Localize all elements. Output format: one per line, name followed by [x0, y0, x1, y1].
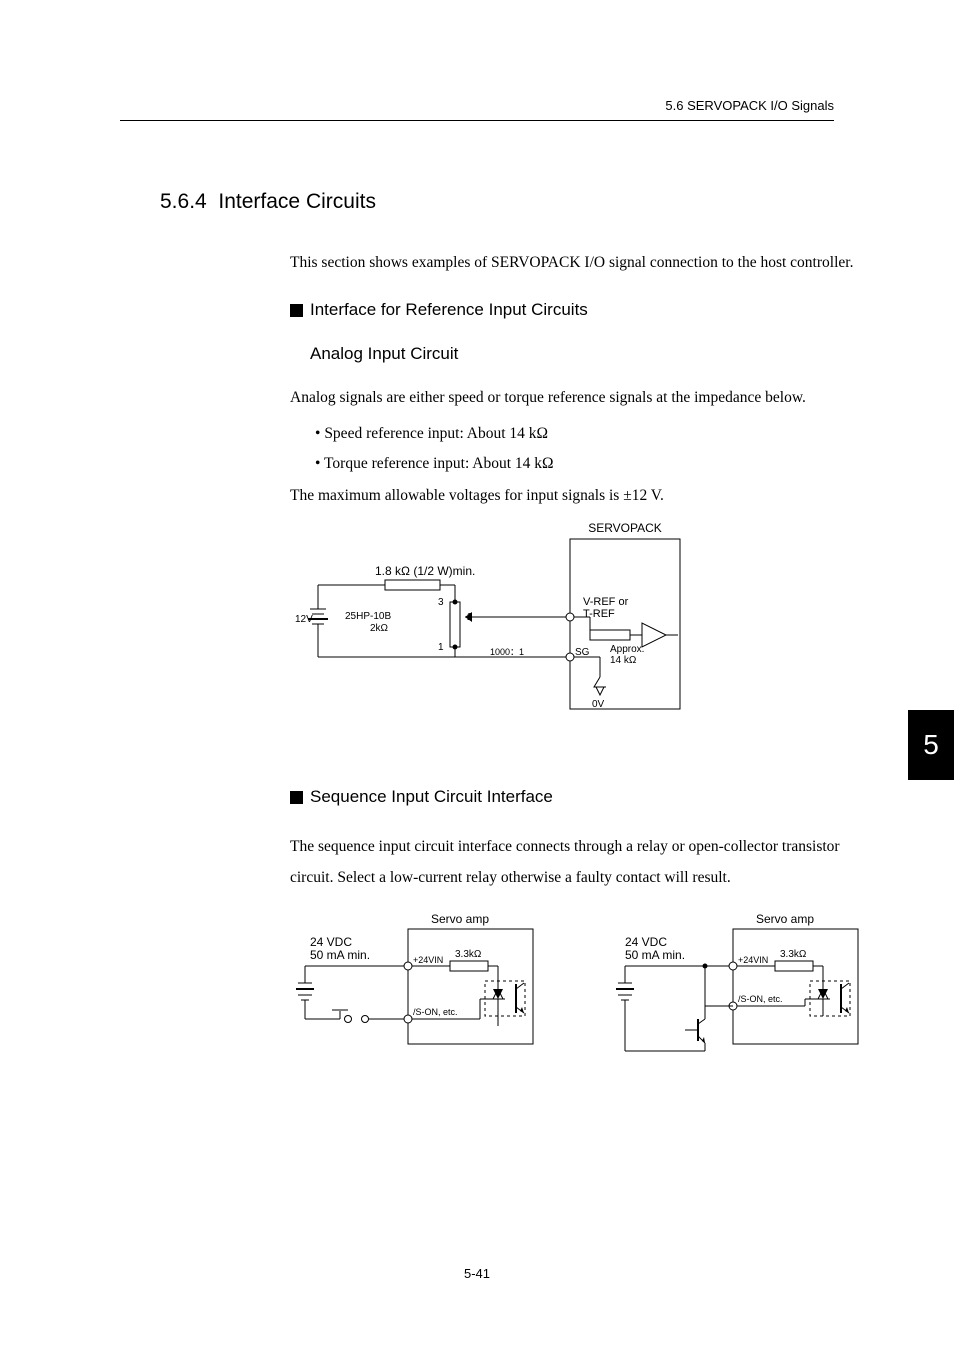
- max-voltage-line: The maximum allowable voltages for input…: [290, 484, 870, 507]
- ma50-label-left: 50 mA min.: [310, 948, 370, 962]
- zero-v-label: 0V: [592, 699, 605, 710]
- interface-heading-text: Interface for Reference Input Circuits: [310, 300, 588, 319]
- header-rule: [120, 120, 834, 121]
- sg-label: SG: [575, 647, 590, 658]
- sequence-heading: Sequence Input Circuit Interface: [290, 787, 870, 807]
- v24in-label-left: +24VIN: [413, 955, 443, 965]
- section-title: Interface Circuits: [218, 190, 376, 213]
- page-number: 5-41: [0, 1266, 954, 1281]
- r33k-label-right: 3.3kΩ: [780, 949, 807, 960]
- analog-paragraph: Analog signals are either speed or torqu…: [290, 386, 870, 409]
- vref-label: V-REF or: [583, 596, 629, 608]
- kohm14-label: 14 kΩ: [610, 655, 637, 666]
- bullet-speed-ref: Speed reference input: About 14 kΩ: [315, 419, 870, 448]
- analog-input-diagram: SERVOPACK 1.8 kΩ (1/2 W)min. 12V 3 2: [290, 517, 870, 747]
- analog-heading: Analog Input Circuit: [310, 344, 870, 364]
- vdc24-label-left: 24 VDC: [310, 935, 352, 949]
- interface-heading: Interface for Reference Input Circuits: [290, 300, 870, 320]
- section-heading: 5.6.4 Interface Circuits: [160, 190, 870, 214]
- square-bullet-icon: [290, 791, 304, 805]
- relay-diagram: Servo amp 24 VDC 50 mA min. +24VIN 3.3kΩ: [290, 911, 550, 1071]
- sequence-paragraph: The sequence input circuit interface con…: [290, 831, 870, 893]
- section-intro: This section shows examples of SERVOPACK…: [290, 254, 870, 272]
- pot-val-label: 2kΩ: [370, 623, 389, 634]
- tref-label: T-REF: [583, 608, 615, 620]
- pin3-label: 3: [438, 597, 444, 608]
- ratio-label: 1000：1: [490, 647, 524, 657]
- son-label-right: /S-ON, etc.: [738, 994, 783, 1004]
- res-label: 1.8 kΩ (1/2 W)min.: [375, 564, 475, 578]
- son-label-left: /S-ON, etc.: [413, 1007, 458, 1017]
- v24in-label-right: +24VIN: [738, 955, 768, 965]
- vdc24-label-right: 24 VDC: [625, 935, 667, 949]
- pot-part-label: 25HP-10B: [345, 611, 391, 622]
- bullet-torque-ref: Torque reference input: About 14 kΩ: [315, 449, 870, 478]
- ma50-label-right: 50 mA min.: [625, 948, 685, 962]
- servo-amp-label-right: Servo amp: [756, 912, 814, 926]
- chapter-number: 5: [923, 729, 939, 761]
- servo-amp-label-left: Servo amp: [431, 912, 489, 926]
- pin1-label: 1: [438, 642, 444, 653]
- approx-label: Approx.: [610, 644, 644, 655]
- sequence-diagrams: Servo amp 24 VDC 50 mA min. +24VIN 3.3kΩ: [290, 911, 870, 1071]
- square-bullet-icon: [290, 304, 304, 318]
- sequence-heading-text: Sequence Input Circuit Interface: [310, 787, 553, 806]
- impedance-bullets: Speed reference input: About 14 kΩ Torqu…: [315, 419, 870, 478]
- transistor-diagram: Servo amp 24 VDC 50 mA min. +24VIN 3.3kΩ: [610, 911, 870, 1071]
- chapter-tab: 5: [908, 710, 954, 780]
- section-number: 5.6.4: [160, 190, 207, 213]
- header-breadcrumb: 5.6 SERVOPACK I/O Signals: [665, 98, 834, 113]
- servopack-label: SERVOPACK: [588, 521, 662, 535]
- r33k-label-left: 3.3kΩ: [455, 949, 482, 960]
- main-content: 5.6.4 Interface Circuits This section sh…: [160, 190, 870, 1071]
